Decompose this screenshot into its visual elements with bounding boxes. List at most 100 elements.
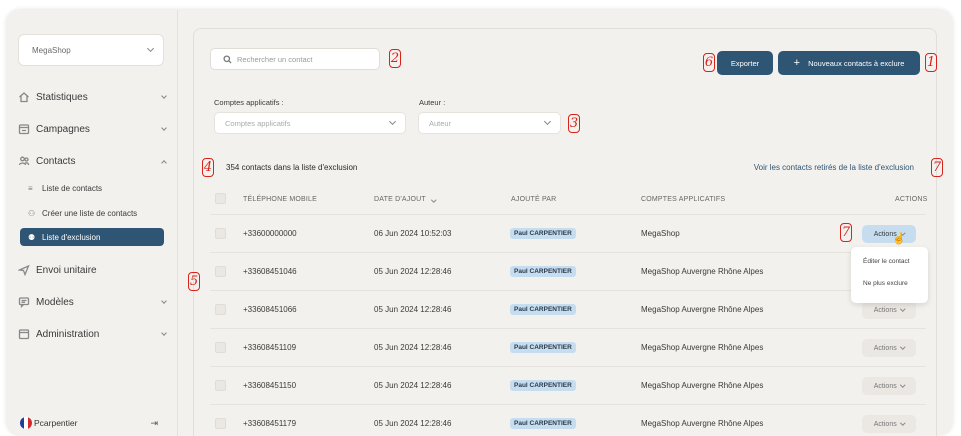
table-row: +33608451066 05 Jun 2024 12:28:46 Paul C…	[210, 290, 926, 328]
sort-chevron-icon	[431, 196, 437, 202]
search-placeholder: Rechercher un contact	[237, 54, 313, 64]
export-button[interactable]: Exporter	[717, 51, 773, 75]
phone-cell: +33608451046	[243, 267, 297, 276]
phone-cell: +33600000000	[243, 229, 297, 238]
table-row: +33600000000 06 Jun 2024 10:52:03 Paul C…	[210, 214, 926, 252]
actions-dropdown-menu: Éditer le contact Ne plus exclure	[851, 247, 928, 303]
logout-icon[interactable]: ⇥	[150, 418, 158, 429]
sidebar-subitem-label: Liste de contacts	[42, 183, 103, 193]
author-badge: Paul CARPENTIER	[510, 266, 576, 277]
list-icon: ≡	[28, 183, 33, 193]
sidebar: MegaShop Statistiques Campagnes Contacts…	[6, 10, 178, 436]
message-icon	[18, 296, 30, 308]
table-row: +33608451109 05 Jun 2024 12:28:46 Paul C…	[210, 328, 926, 366]
user-name: Pcarpentier	[34, 418, 78, 428]
actions-button[interactable]: Actions	[862, 415, 916, 433]
chevron-down-icon	[900, 382, 905, 387]
exclusion-count: 354 contacts dans la liste d'exclusion	[226, 163, 358, 172]
select-all-checkbox[interactable]	[215, 193, 226, 204]
menu-item-edit-contact[interactable]: Éditer le contact	[863, 258, 910, 265]
column-header-accounts[interactable]: COMPTES APPLICATIFS	[641, 196, 725, 203]
actions-button[interactable]: Actions	[862, 225, 916, 243]
chevron-up-icon	[161, 159, 167, 166]
sidebar-item-envoi-unitaire[interactable]: Envoi unitaire	[18, 261, 166, 279]
actions-button[interactable]: Actions	[862, 301, 916, 319]
actions-button[interactable]: Actions	[862, 339, 916, 357]
sidebar-subitem-label: Liste d'exclusion	[42, 232, 101, 242]
row-checkbox[interactable]	[215, 418, 226, 429]
chevron-down-icon	[900, 420, 905, 425]
new-exclusion-button[interactable]: + Nouveaux contacts à exclure	[778, 51, 920, 75]
annotation-marker-5: 5	[188, 272, 200, 291]
accounts-filter-select[interactable]: Comptes applicatifs	[214, 112, 406, 134]
annotation-marker-4: 4	[202, 158, 214, 177]
actions-button[interactable]: Actions	[862, 377, 916, 395]
row-checkbox[interactable]	[215, 266, 226, 277]
chevron-down-icon	[900, 306, 905, 311]
row-checkbox[interactable]	[215, 380, 226, 391]
sidebar-subitem-liste-contacts[interactable]: ≡ Liste de contacts	[20, 179, 164, 197]
account-cell: MegaShop Auvergne Rhône Alpes	[641, 305, 764, 314]
user-profile[interactable]: Pcarpentier ⇥	[20, 416, 164, 430]
annotation-marker-6: 6	[703, 53, 715, 72]
shop-selector-value: MegaShop	[32, 45, 71, 55]
author-badge: Paul CARPENTIER	[510, 380, 576, 391]
menu-item-unexclude[interactable]: Ne plus exclure	[863, 280, 908, 287]
date-cell: 05 Jun 2024 12:28:46	[374, 343, 452, 352]
chevron-down-icon	[543, 117, 552, 126]
sidebar-item-label: Modèles	[36, 296, 74, 308]
removed-contacts-link[interactable]: Voir les contacts retirés de la liste d'…	[754, 163, 914, 172]
annotation-marker-1: 1	[925, 53, 937, 72]
actions-label: Actions	[873, 420, 897, 428]
search-input[interactable]: Rechercher un contact	[210, 48, 380, 70]
phone-cell: +33608451109	[243, 343, 297, 352]
column-header-date[interactable]: DATE D'AJOUT	[374, 196, 437, 203]
chevron-down-icon	[388, 117, 397, 126]
account-cell: MegaShop Auvergne Rhône Alpes	[641, 381, 764, 390]
chevron-down-icon	[161, 297, 167, 304]
row-checkbox[interactable]	[215, 228, 226, 239]
author-badge: Paul CARPENTIER	[510, 342, 576, 353]
date-cell: 05 Jun 2024 12:28:46	[374, 381, 452, 390]
users-icon	[18, 155, 30, 167]
column-header-actions: ACTIONS	[895, 196, 928, 203]
window-icon	[18, 328, 30, 340]
chevron-down-icon	[146, 44, 155, 53]
author-badge: Paul CARPENTIER	[510, 304, 576, 315]
author-filter-select[interactable]: Auteur	[418, 112, 561, 134]
chevron-down-icon	[161, 329, 167, 336]
sidebar-item-statistiques[interactable]: Statistiques	[18, 88, 167, 106]
hand-cursor-icon: ☝	[892, 233, 906, 245]
account-cell: MegaShop Auvergne Rhône Alpes	[641, 343, 764, 352]
date-cell: 05 Jun 2024 12:28:46	[374, 305, 452, 314]
accounts-filter-placeholder: Comptes applicatifs	[225, 118, 291, 128]
sidebar-item-label: Contacts	[36, 155, 76, 167]
table-row: +33608451150 05 Jun 2024 12:28:46 Paul C…	[210, 366, 926, 404]
sidebar-item-modeles[interactable]: Modèles	[18, 293, 167, 311]
chevron-down-icon	[161, 92, 167, 99]
sidebar-subitem-liste-exclusion[interactable]: ⚉ Liste d'exclusion	[20, 228, 164, 246]
home-icon	[18, 91, 30, 103]
chevron-down-icon	[161, 124, 167, 131]
sidebar-item-administration[interactable]: Administration	[18, 325, 167, 343]
calendar-icon	[18, 123, 30, 135]
chevron-down-icon	[900, 344, 905, 349]
shop-selector[interactable]: MegaShop	[18, 34, 164, 66]
actions-label: Actions	[873, 382, 897, 390]
column-header-phone[interactable]: TÉLÉPHONE MOBILE	[243, 196, 317, 203]
phone-cell: +33608451066	[243, 305, 297, 314]
row-checkbox[interactable]	[215, 304, 226, 315]
sidebar-item-contacts[interactable]: Contacts	[18, 152, 167, 170]
annotation-marker-7b: 7	[840, 223, 852, 242]
sidebar-item-campagnes[interactable]: Campagnes	[18, 120, 167, 138]
search-icon	[223, 54, 232, 64]
french-flag-icon	[20, 417, 32, 429]
row-checkbox[interactable]	[215, 342, 226, 353]
account-cell: MegaShop Auvergne Rhône Alpes	[641, 267, 764, 276]
sidebar-subitem-creer-liste[interactable]: ⚇ Créer une liste de contacts	[20, 204, 164, 222]
annotation-marker-2: 2	[389, 49, 401, 68]
date-cell: 05 Jun 2024 12:28:46	[374, 267, 452, 276]
column-header-author[interactable]: AJOUTÉ PAR	[511, 196, 556, 203]
author-badge: Paul CARPENTIER	[510, 418, 576, 429]
actions-label: Actions	[873, 344, 897, 352]
